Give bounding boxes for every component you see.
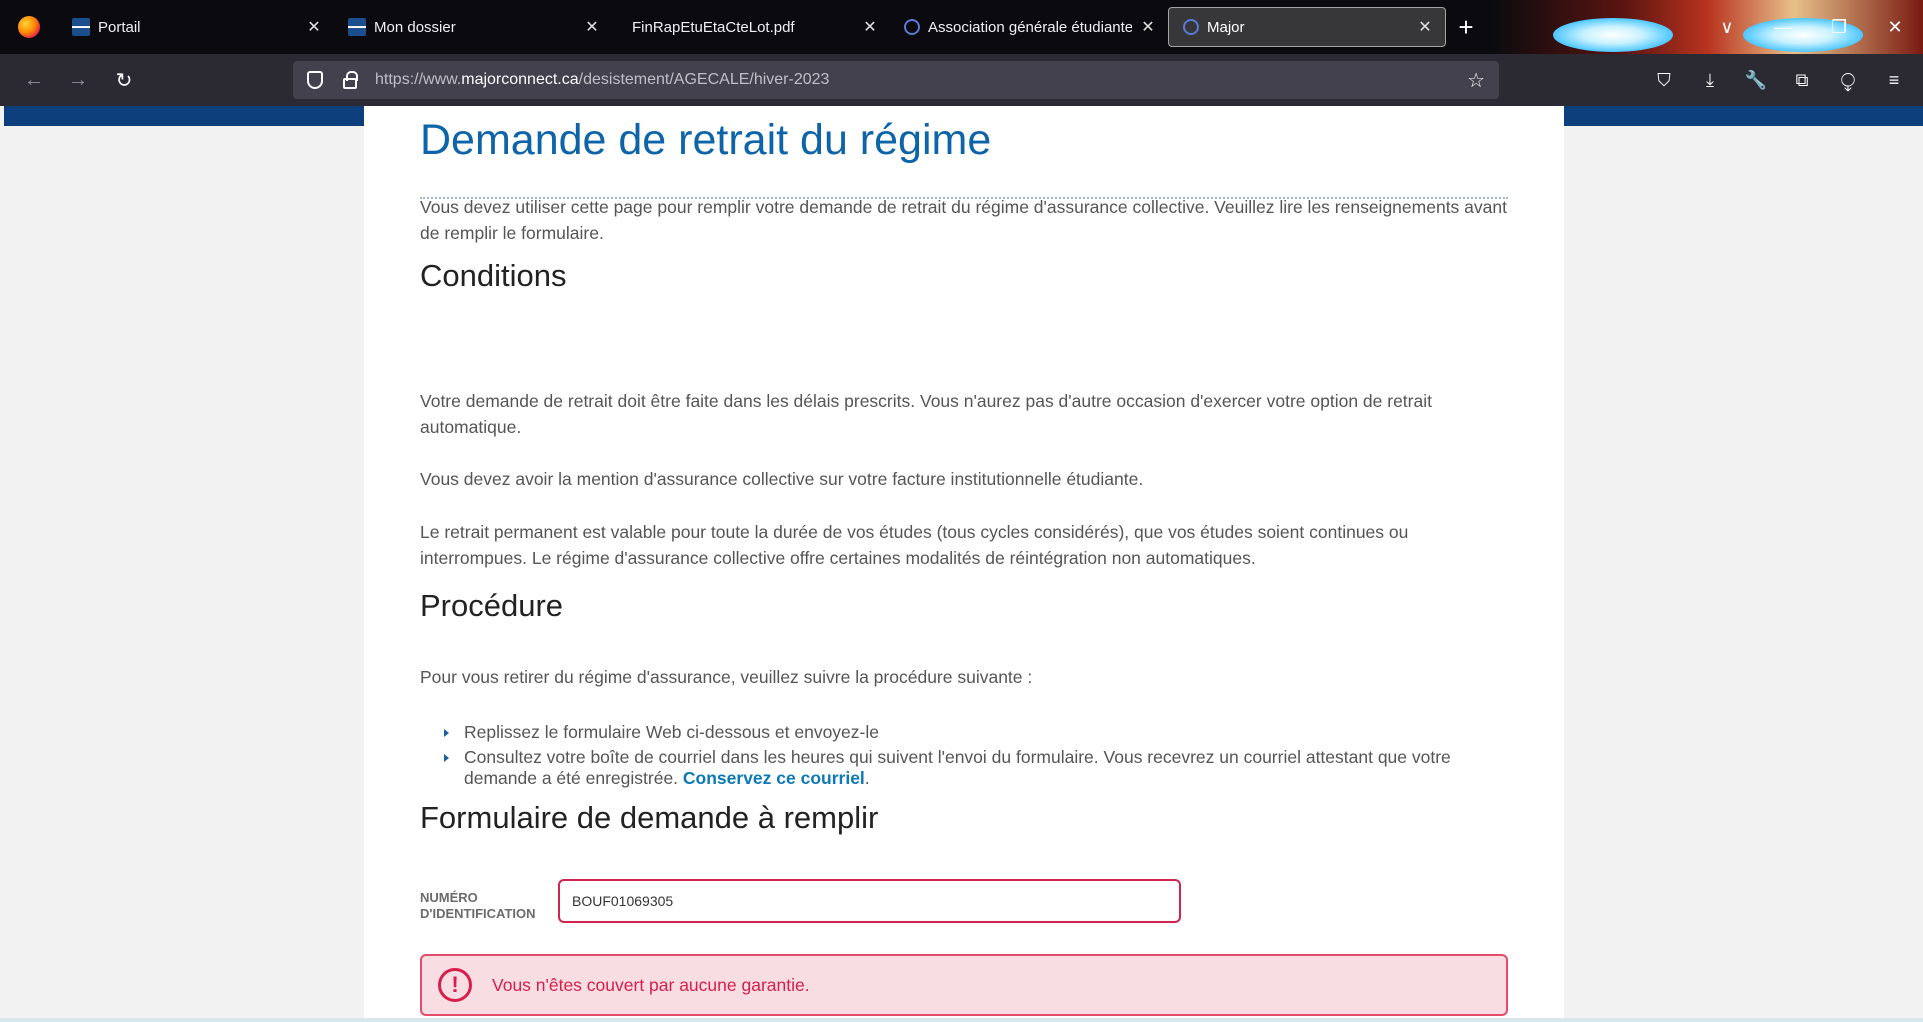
conditions-heading: Conditions bbox=[420, 258, 567, 293]
back-button[interactable]: ← bbox=[18, 64, 50, 96]
step-2-text: Consultez votre boîte de courriel dans l… bbox=[464, 747, 1451, 788]
list-item: Replissez le formulaire Web ci-dessous e… bbox=[444, 722, 1494, 743]
tab-close-icon[interactable]: ✕ bbox=[1417, 17, 1433, 37]
extension-icon[interactable]: ⧉ bbox=[1779, 62, 1825, 98]
forward-button[interactable]: → bbox=[62, 64, 94, 96]
url-path: /desistement/AGECALE/hiver-2023 bbox=[578, 71, 830, 88]
browser-tab-bar: Portail ✕ Mon dossier ✕ FinRapEtuEtaCteL… bbox=[0, 0, 1923, 54]
circle-favicon-icon bbox=[1183, 19, 1199, 35]
url-prefix: https://www. bbox=[375, 71, 462, 88]
close-window-button[interactable]: ✕ bbox=[1867, 0, 1923, 54]
tab-association[interactable]: Association générale étudiante ✕ bbox=[890, 7, 1168, 47]
list-item: Consultez votre boîte de courriel dans l… bbox=[444, 747, 1494, 789]
browser-nav-bar: ← → ↻ https://www.majorconnect.ca/desist… bbox=[0, 54, 1923, 106]
lock-icon[interactable] bbox=[343, 70, 358, 89]
list-all-tabs-button[interactable]: ∨ bbox=[1699, 0, 1755, 54]
tab-label: Portail bbox=[98, 18, 141, 36]
tab-label: Major bbox=[1207, 18, 1245, 36]
tab-close-icon[interactable]: ✕ bbox=[1140, 17, 1156, 37]
tab-portail[interactable]: Portail ✕ bbox=[58, 7, 334, 47]
tab-label: FinRapEtuEtaCteLot.pdf bbox=[632, 18, 795, 36]
id-label-line2: D'IDENTIFICATION bbox=[420, 906, 536, 921]
step-1-text: Replissez le formulaire Web ci-dessous e… bbox=[464, 722, 879, 742]
bottom-edge bbox=[0, 1018, 1923, 1022]
url-text[interactable]: https://www.majorconnect.ca/desistement/… bbox=[375, 71, 829, 89]
new-tab-button[interactable]: + bbox=[1446, 12, 1486, 43]
id-label-line1: NUMÉRO bbox=[420, 890, 478, 905]
bookmark-star-icon[interactable]: ☆ bbox=[1467, 68, 1485, 93]
firefox-logo-icon bbox=[18, 16, 40, 38]
procedure-intro: Pour vous retirer du régime d'assurance,… bbox=[420, 667, 1033, 687]
theme-eye-left bbox=[1553, 18, 1673, 52]
form-heading: Formulaire de demande à remplir bbox=[420, 800, 879, 835]
condition-3: Le retrait permanent est valable pour to… bbox=[420, 522, 1409, 568]
url-domain: majorconnect.ca bbox=[461, 71, 579, 88]
condition-2: Vous devez avoir la mention d'assurance … bbox=[420, 469, 1144, 489]
main-content: Demande de retrait du régime Vous devez … bbox=[364, 106, 1564, 1022]
pocket-icon[interactable]: ⛉ bbox=[1641, 62, 1687, 98]
tracking-protection-shield-icon[interactable] bbox=[307, 71, 323, 89]
tab-label: Association générale étudiante bbox=[928, 18, 1132, 36]
portail-favicon-icon bbox=[72, 18, 90, 36]
download-icon[interactable]: ⤓ bbox=[1687, 62, 1733, 98]
tab-pdf[interactable]: FinRapEtuEtaCteLot.pdf ✕ bbox=[612, 7, 890, 47]
id-field-label: NUMÉRO D'IDENTIFICATION bbox=[420, 890, 550, 922]
minimize-button[interactable]: — bbox=[1755, 0, 1811, 54]
address-bar[interactable]: https://www.majorconnect.ca/desistement/… bbox=[293, 61, 1499, 99]
step-2-end: . bbox=[864, 768, 870, 788]
condition-1: Votre demande de retrait doit être faite… bbox=[420, 391, 1432, 437]
reload-button[interactable]: ↻ bbox=[108, 64, 140, 96]
alert-message: Vous n'êtes couvert par aucune garantie. bbox=[492, 974, 810, 995]
tab-label: Mon dossier bbox=[374, 18, 456, 36]
portail-favicon-icon bbox=[348, 18, 366, 36]
id-number-input[interactable] bbox=[558, 879, 1181, 923]
hamburger-menu-icon[interactable]: ≡ bbox=[1871, 62, 1917, 98]
tab-close-icon[interactable]: ✕ bbox=[584, 17, 600, 37]
puzzle-extensions-icon[interactable]: ⧬ bbox=[1825, 62, 1871, 98]
page-title: Demande de retrait du régime bbox=[420, 116, 992, 164]
circle-favicon-icon bbox=[904, 19, 920, 35]
toolbar-icons: ⛉ ⤓ 🔧 ⧉ ⧬ ≡ bbox=[1641, 62, 1917, 98]
procedure-steps: Replissez le formulaire Web ci-dessous e… bbox=[444, 722, 1494, 793]
tab-mon-dossier[interactable]: Mon dossier ✕ bbox=[334, 7, 612, 47]
firefox-menu-button[interactable] bbox=[0, 0, 58, 54]
tools-icon[interactable]: 🔧 bbox=[1733, 62, 1779, 98]
tab-major[interactable]: Major ✕ bbox=[1168, 7, 1446, 47]
intro-text: Vous devez utiliser cette page pour remp… bbox=[420, 197, 1507, 243]
keep-email-emphasis: Conservez ce courriel bbox=[682, 768, 865, 788]
procedure-heading: Procédure bbox=[420, 588, 564, 623]
tab-close-icon[interactable]: ✕ bbox=[862, 17, 878, 37]
error-alert: ! Vous n'êtes couvert par aucune garanti… bbox=[420, 954, 1508, 1016]
tab-close-icon[interactable]: ✕ bbox=[306, 17, 322, 37]
exclamation-circle-icon: ! bbox=[438, 968, 472, 1002]
restore-button[interactable]: ❐ bbox=[1811, 0, 1867, 54]
window-controls: ∨ — ❐ ✕ bbox=[1699, 0, 1923, 54]
